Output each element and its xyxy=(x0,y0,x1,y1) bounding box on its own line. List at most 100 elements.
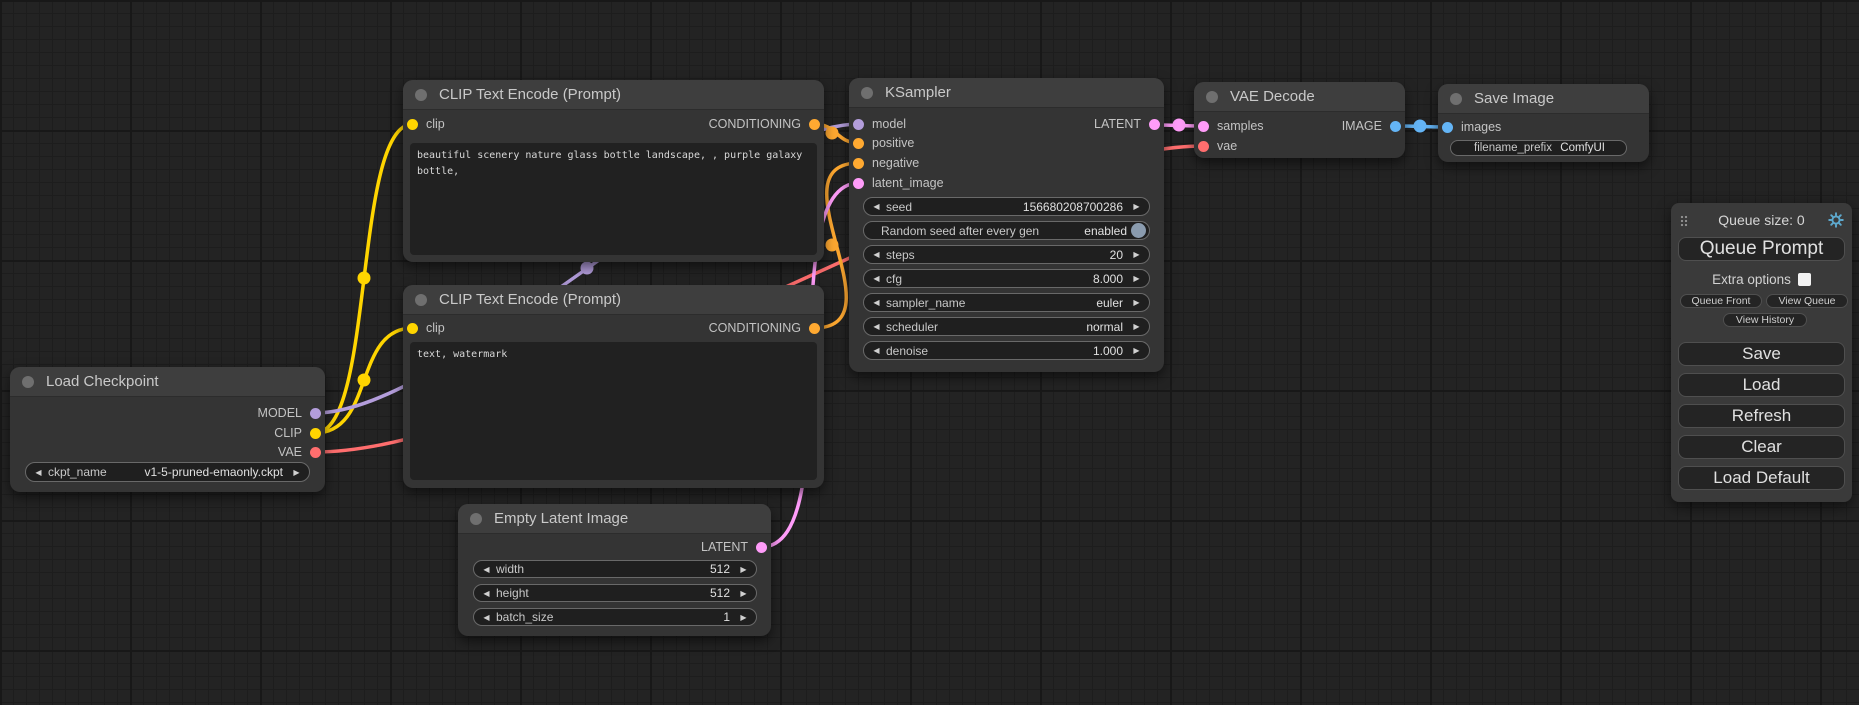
image-output-dot[interactable] xyxy=(1390,121,1401,132)
increment-arrow-icon[interactable]: ▶ xyxy=(1131,198,1142,215)
increment-arrow-icon[interactable]: ▶ xyxy=(738,585,749,602)
increment-arrow-icon[interactable]: ▶ xyxy=(1131,246,1142,263)
decrement-arrow-icon[interactable]: ◀ xyxy=(481,561,492,578)
queue-prompt-button[interactable]: Queue Prompt xyxy=(1678,237,1845,261)
increment-arrow-icon[interactable]: ▶ xyxy=(1131,294,1142,311)
conditioning-output-dot[interactable] xyxy=(809,323,820,334)
node-ksampler[interactable]: KSampler model positive negative latent_… xyxy=(849,78,1164,372)
collapse-dot-icon[interactable] xyxy=(470,513,482,525)
decrement-arrow-icon[interactable]: ◀ xyxy=(871,294,882,311)
link-midpoint-dot xyxy=(1414,120,1427,133)
sampler-name-widget[interactable]: ◀ sampler_name euler ▶ xyxy=(863,293,1150,312)
ckpt-name-widget[interactable]: ◀ ckpt_name v1-5-pruned-emaonly.ckpt ▶ xyxy=(25,462,310,482)
conditioning-output-dot[interactable] xyxy=(809,119,820,130)
denoise-widget[interactable]: ◀ denoise 1.000 ▶ xyxy=(863,341,1150,360)
node-title-bar[interactable]: VAE Decode xyxy=(1194,82,1405,112)
input-slot-positive: positive xyxy=(849,134,1164,152)
extra-options-label: Extra options xyxy=(1712,272,1791,287)
increment-arrow-icon[interactable]: ▶ xyxy=(291,464,302,481)
node-title-bar[interactable]: Save Image xyxy=(1438,84,1649,114)
node-load-checkpoint[interactable]: Load Checkpoint MODEL CLIP VAE ◀ ckpt_na… xyxy=(10,367,325,492)
input-slot-latent-image: latent_image xyxy=(849,174,1164,192)
node-clip-text-encode-positive[interactable]: CLIP Text Encode (Prompt) clip CONDITION… xyxy=(403,80,824,262)
node-title-bar[interactable]: Load Checkpoint xyxy=(10,367,325,397)
output-slot-latent: LATENT xyxy=(458,538,771,556)
batch-size-widget[interactable]: ◀ batch_size 1 ▶ xyxy=(473,608,757,626)
node-vae-decode[interactable]: VAE Decode samples vae IMAGE xyxy=(1194,82,1405,158)
node-title-bar[interactable]: CLIP Text Encode (Prompt) xyxy=(403,285,824,315)
vae-output-dot[interactable] xyxy=(310,447,321,458)
view-queue-button[interactable]: View Queue xyxy=(1766,294,1848,308)
node-clip-text-encode-negative[interactable]: CLIP Text Encode (Prompt) clip CONDITION… xyxy=(403,285,824,488)
link-midpoint-dot xyxy=(826,239,839,252)
increment-arrow-icon[interactable]: ▶ xyxy=(1131,318,1142,335)
cfg-widget[interactable]: ◀ cfg 8.000 ▶ xyxy=(863,269,1150,288)
output-slot-vae: VAE xyxy=(10,443,325,461)
decrement-arrow-icon[interactable]: ◀ xyxy=(33,464,44,481)
collapse-dot-icon[interactable] xyxy=(1206,91,1218,103)
decrement-arrow-icon[interactable]: ◀ xyxy=(871,270,882,287)
output-slot-conditioning: CONDITIONING xyxy=(403,115,824,133)
decrement-arrow-icon[interactable]: ◀ xyxy=(871,318,882,335)
collapse-dot-icon[interactable] xyxy=(1450,93,1462,105)
increment-arrow-icon[interactable]: ▶ xyxy=(1131,342,1142,359)
extra-options-row: Extra options xyxy=(1671,272,1852,287)
vae-input-dot[interactable] xyxy=(1198,141,1209,152)
toggle-icon[interactable] xyxy=(1131,223,1146,238)
latent-image-input-dot[interactable] xyxy=(853,178,864,189)
latent-output-dot[interactable] xyxy=(1149,119,1160,130)
positive-input-dot[interactable] xyxy=(853,138,864,149)
random-seed-widget[interactable]: Random seed after every gen enabled xyxy=(863,221,1150,240)
graph-canvas[interactable]: Load Checkpoint MODEL CLIP VAE ◀ ckpt_na… xyxy=(0,0,1859,705)
decrement-arrow-icon[interactable]: ◀ xyxy=(481,609,492,626)
decrement-arrow-icon[interactable]: ◀ xyxy=(871,246,882,263)
steps-widget[interactable]: ◀ steps 20 ▶ xyxy=(863,245,1150,264)
input-slot-images: images xyxy=(1438,118,1649,136)
decrement-arrow-icon[interactable]: ◀ xyxy=(481,585,492,602)
link-midpoint-dot xyxy=(826,127,839,140)
increment-arrow-icon[interactable]: ▶ xyxy=(1131,270,1142,287)
latent-output-dot[interactable] xyxy=(756,542,767,553)
prompt-textarea[interactable]: beautiful scenery nature glass bottle la… xyxy=(410,143,817,255)
view-history-button[interactable]: View History xyxy=(1723,313,1807,327)
width-widget[interactable]: ◀ width 512 ▶ xyxy=(473,560,757,578)
negative-input-dot[interactable] xyxy=(853,158,864,169)
collapse-dot-icon[interactable] xyxy=(415,89,427,101)
node-title: Save Image xyxy=(1474,90,1554,107)
load-button[interactable]: Load xyxy=(1678,373,1845,397)
node-title: KSampler xyxy=(885,84,951,101)
scheduler-widget[interactable]: ◀ scheduler normal ▶ xyxy=(863,317,1150,336)
node-title-bar[interactable]: CLIP Text Encode (Prompt) xyxy=(403,80,824,110)
refresh-button[interactable]: Refresh xyxy=(1678,404,1845,428)
clear-button[interactable]: Clear xyxy=(1678,435,1845,459)
output-slot-model: MODEL xyxy=(10,404,325,422)
node-empty-latent-image[interactable]: Empty Latent Image LATENT ◀ width 512 ▶ … xyxy=(458,504,771,636)
clip-output-dot[interactable] xyxy=(310,428,321,439)
load-default-button[interactable]: Load Default xyxy=(1678,466,1845,490)
increment-arrow-icon[interactable]: ▶ xyxy=(738,609,749,626)
node-title: CLIP Text Encode (Prompt) xyxy=(439,86,621,103)
height-widget[interactable]: ◀ height 512 ▶ xyxy=(473,584,757,602)
save-button[interactable]: Save xyxy=(1678,342,1845,366)
decrement-arrow-icon[interactable]: ◀ xyxy=(871,342,882,359)
input-slot-negative: negative xyxy=(849,154,1164,172)
collapse-dot-icon[interactable] xyxy=(22,376,34,388)
node-save-image[interactable]: Save Image images filename_prefix ComfyU… xyxy=(1438,84,1649,162)
node-title-bar[interactable]: Empty Latent Image xyxy=(458,504,771,534)
extra-options-checkbox[interactable] xyxy=(1798,273,1811,286)
node-title-bar[interactable]: KSampler xyxy=(849,78,1164,108)
seed-widget[interactable]: ◀ seed 156680208700286 ▶ xyxy=(863,197,1150,216)
increment-arrow-icon[interactable]: ▶ xyxy=(738,561,749,578)
gear-icon[interactable] xyxy=(1828,212,1844,228)
collapse-dot-icon[interactable] xyxy=(415,294,427,306)
output-slot-clip: CLIP xyxy=(10,424,325,442)
collapse-dot-icon[interactable] xyxy=(861,87,873,99)
images-input-dot[interactable] xyxy=(1442,122,1453,133)
model-output-dot[interactable] xyxy=(310,408,321,419)
decrement-arrow-icon[interactable]: ◀ xyxy=(871,198,882,215)
prompt-textarea[interactable]: text, watermark xyxy=(410,342,817,480)
link-midpoint-dot xyxy=(358,272,371,285)
node-title: Empty Latent Image xyxy=(494,510,628,527)
filename-prefix-widget[interactable]: filename_prefix ComfyUI xyxy=(1450,140,1627,156)
queue-front-button[interactable]: Queue Front xyxy=(1680,294,1762,308)
